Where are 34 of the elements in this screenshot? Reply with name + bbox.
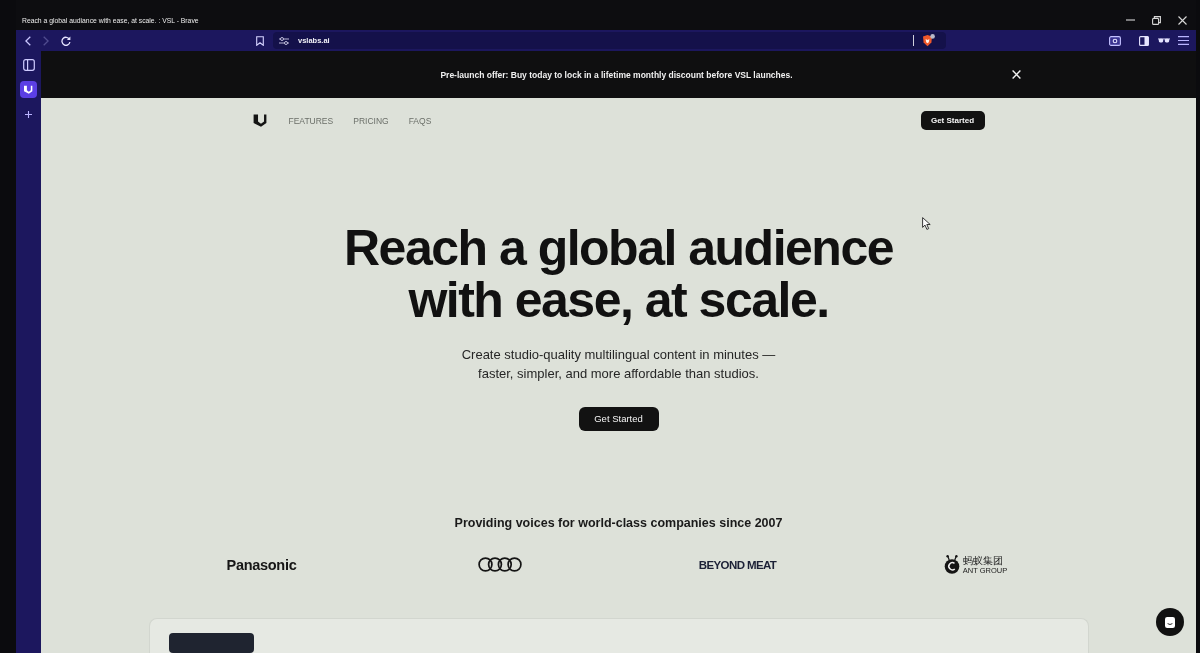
screen-capture-icon[interactable]: [1109, 35, 1121, 46]
logo-icon[interactable]: [252, 114, 267, 127]
sidebar-icon[interactable]: [1139, 35, 1149, 46]
sidebar-button[interactable]: [20, 56, 37, 73]
nav-link[interactable]: PRICING: [353, 115, 389, 126]
menu-icon[interactable]: [1178, 36, 1189, 45]
hero-title: Reach a global audience with ease, at scale.: [344, 222, 893, 326]
chat-button[interactable]: [1156, 608, 1184, 636]
brand-wordmark: Panasonic: [226, 556, 297, 573]
four-rings-icon: [477, 557, 522, 573]
nav-link[interactable]: FAQS: [408, 115, 432, 126]
hero-subtitle: Create studio-quality multilingual content in minutes — faster, simpler, and more affordable than studios.: [461, 346, 776, 383]
pointer-icon: [922, 217, 931, 230]
brand-wordmark: BEYOND MEAT: [698, 558, 777, 571]
sliders-icon[interactable]: [279, 36, 289, 45]
plus-icon: [25, 111, 32, 118]
clients-heading: Providing voices for world-class companies since 2007: [454, 514, 783, 532]
bookmark-icon[interactable]: [256, 35, 264, 46]
back-icon[interactable]: [25, 35, 31, 46]
panel-icon: [22, 58, 35, 71]
close-icon[interactable]: [1178, 15, 1187, 25]
restore-icon[interactable]: [1152, 15, 1161, 25]
glasses-icon[interactable]: [1158, 38, 1170, 43]
get-started-button[interactable]: Get Started: [920, 111, 985, 130]
chat-icon: [1165, 616, 1175, 628]
shield-icon[interactable]: [922, 34, 935, 47]
logo-text: 蚂蚁集团: [962, 555, 1004, 566]
sidebar-button[interactable]: [20, 81, 37, 98]
ant-icon: [943, 555, 960, 575]
logo-icon: [24, 85, 33, 94]
nav-link[interactable]: FEATURES: [288, 115, 334, 126]
get-started-button[interactable]: Get Started: [578, 407, 659, 431]
reload-icon[interactable]: [61, 35, 71, 46]
banner-text: Pre-launch offer: Buy today to lock in a lifetime monthly discount before VSL launches.: [440, 69, 793, 80]
